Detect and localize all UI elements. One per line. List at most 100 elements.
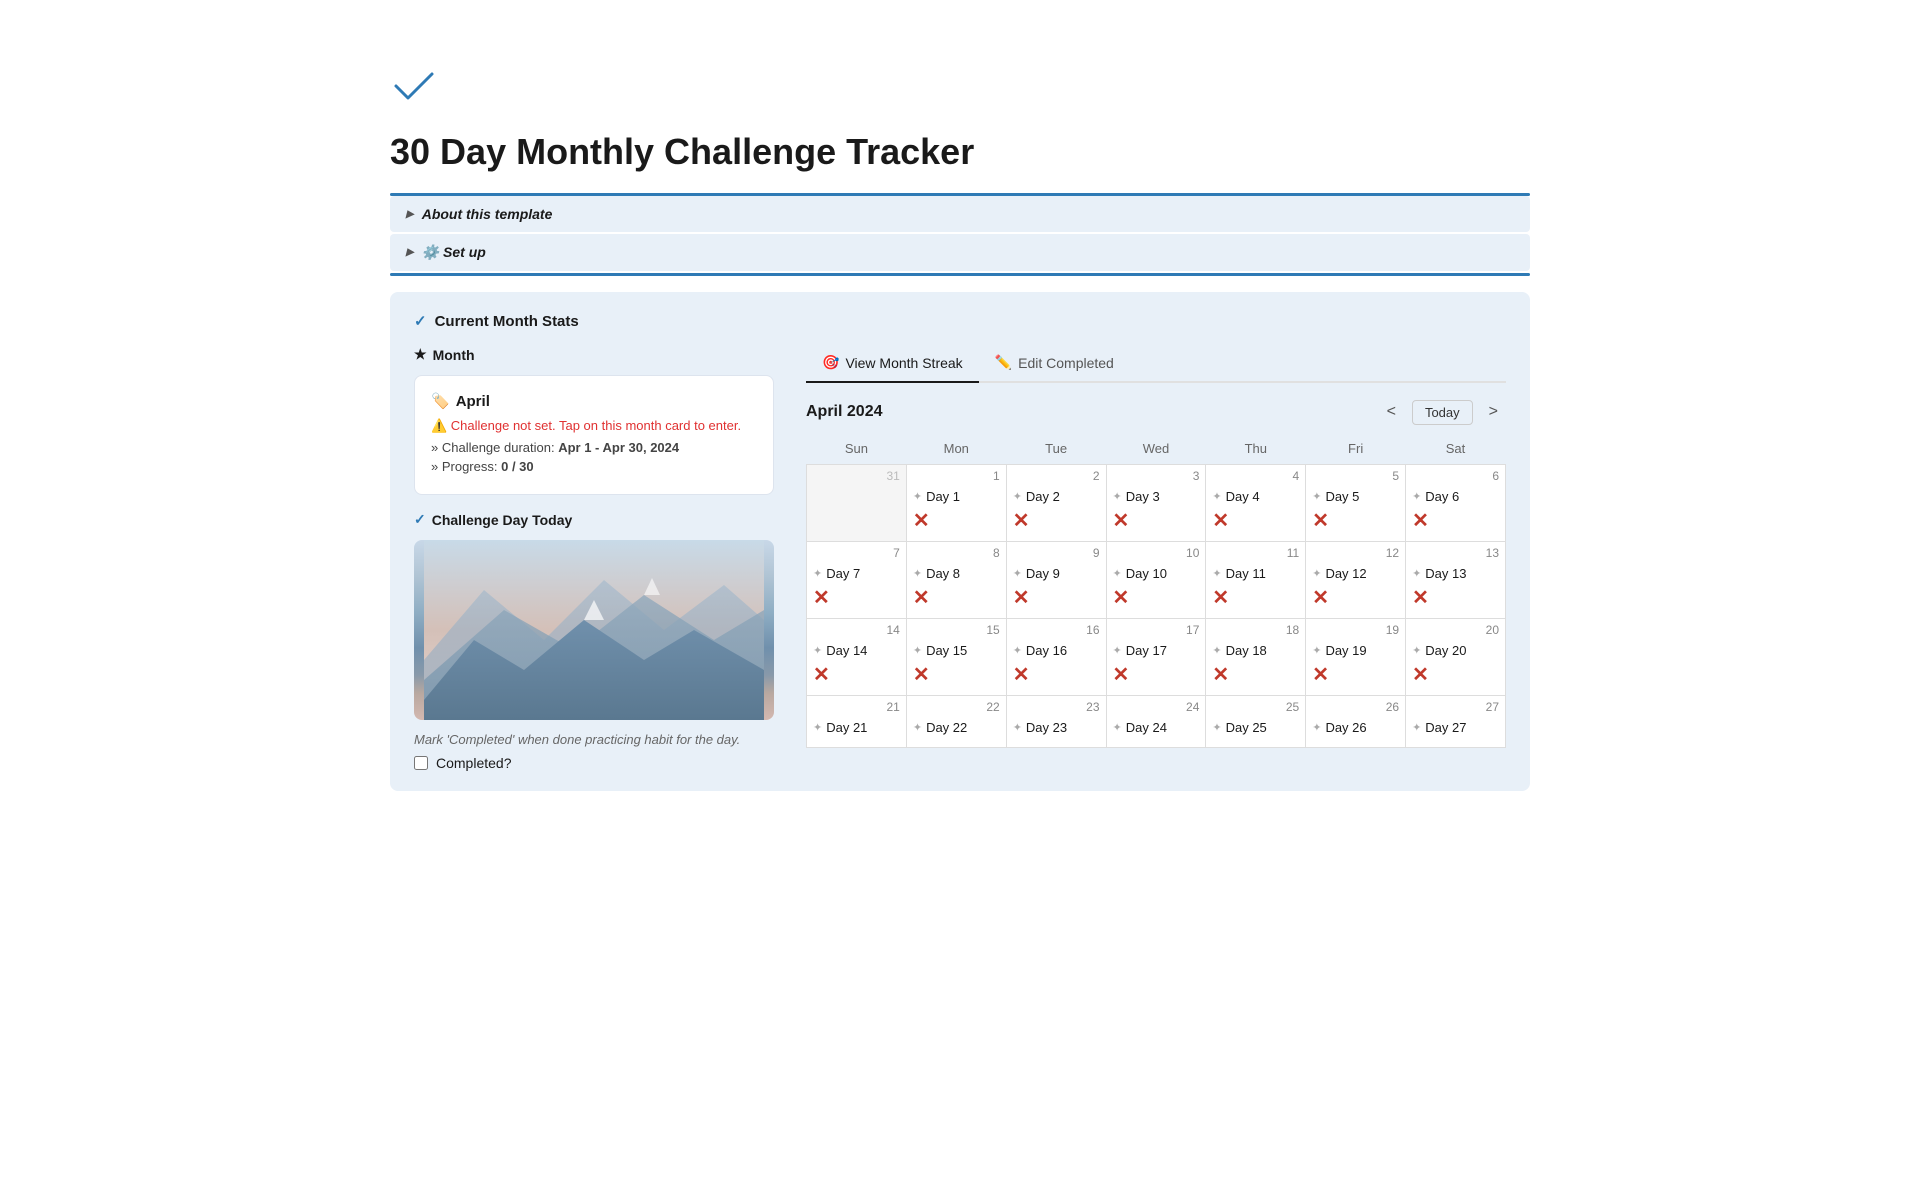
calendar-cell[interactable]: 9✦Day 9✕ xyxy=(1006,542,1106,619)
not-completed-icon: ✕ xyxy=(1212,662,1299,687)
not-completed-icon: ✕ xyxy=(813,585,900,610)
day-label-text: Day 19 xyxy=(1325,643,1366,658)
calendar-header: April 2024 < Today > xyxy=(806,399,1506,425)
day-label-text: Day 20 xyxy=(1425,643,1466,658)
calendar-cell[interactable]: 13✦Day 13✕ xyxy=(1406,542,1506,619)
next-month-button[interactable]: > xyxy=(1481,399,1506,425)
streak-tab-label: View Month Streak xyxy=(845,355,962,371)
current-stats-section: ✓ Current Month Stats ★ Month 🏷️ April ⚠… xyxy=(390,292,1530,791)
today-button[interactable]: Today xyxy=(1412,400,1473,425)
not-completed-icon: ✕ xyxy=(1113,585,1200,610)
day-label-text: Day 16 xyxy=(1026,643,1067,658)
prev-month-button[interactable]: < xyxy=(1379,399,1404,425)
not-completed-icon: ✕ xyxy=(913,662,1000,687)
completed-checkbox[interactable] xyxy=(414,756,428,770)
calendar-nav: < Today > xyxy=(1379,399,1506,425)
current-stats-header: ✓ Current Month Stats xyxy=(414,312,1506,330)
day-label-text: Day 22 xyxy=(926,720,967,735)
stats-body: ★ Month 🏷️ April ⚠️ Challenge not set. T… xyxy=(414,346,1506,771)
calendar-cell[interactable]: 12✦Day 12✕ xyxy=(1306,542,1406,619)
progress-row: » Progress: 0 / 30 xyxy=(431,459,757,474)
calendar-cell[interactable]: 6✦Day 6✕ xyxy=(1406,465,1506,542)
calendar-cell[interactable]: 5✦Day 5✕ xyxy=(1306,465,1406,542)
tab-view-month-streak[interactable]: 🎯 View Month Streak xyxy=(806,346,979,383)
calendar-cell[interactable]: 7✦Day 7✕ xyxy=(807,542,907,619)
day-label-text: Day 25 xyxy=(1226,720,1267,735)
calendar-cell[interactable]: 10✦Day 10✕ xyxy=(1106,542,1206,619)
calendar-month-title: April 2024 xyxy=(806,403,882,421)
day-label-text: Day 9 xyxy=(1026,566,1060,581)
tabs-row: 🎯 View Month Streak ✏️ Edit Completed xyxy=(806,346,1506,383)
not-completed-icon: ✕ xyxy=(1013,662,1100,687)
challenge-day-label: ✓ Challenge Day Today xyxy=(414,511,774,528)
calendar-cell[interactable]: 27✦Day 27 xyxy=(1406,696,1506,748)
day-label-text: Day 17 xyxy=(1126,643,1167,658)
not-completed-icon: ✕ xyxy=(913,585,1000,610)
not-completed-icon: ✕ xyxy=(1113,508,1200,533)
calendar-cell[interactable]: 25✦Day 25 xyxy=(1206,696,1306,748)
duration-value: Apr 1 - Apr 30, 2024 xyxy=(558,440,679,455)
calendar-cell[interactable]: 1✦Day 1✕ xyxy=(906,465,1006,542)
challenge-day-text: Challenge Day Today xyxy=(432,512,573,528)
day-label-text: Day 1 xyxy=(926,489,960,504)
day-label-text: Day 5 xyxy=(1325,489,1359,504)
calendar-cell[interactable]: 31 xyxy=(807,465,907,542)
not-completed-icon: ✕ xyxy=(1013,585,1100,610)
not-completed-icon: ✕ xyxy=(1312,508,1399,533)
completed-checkbox-row[interactable]: Completed? xyxy=(414,755,774,771)
calendar-cell[interactable]: 22✦Day 22 xyxy=(906,696,1006,748)
not-completed-icon: ✕ xyxy=(1412,508,1499,533)
month-card[interactable]: 🏷️ April ⚠️ Challenge not set. Tap on th… xyxy=(414,375,774,495)
not-completed-icon: ✕ xyxy=(813,662,900,687)
month-card-title: 🏷️ April xyxy=(431,392,757,410)
calendar-cell[interactable]: 19✦Day 19✕ xyxy=(1306,619,1406,696)
day-label-text: Day 14 xyxy=(826,643,867,658)
day-label-text: Day 21 xyxy=(826,720,867,735)
calendar-cell[interactable]: 15✦Day 15✕ xyxy=(906,619,1006,696)
calendar-cell[interactable]: 11✦Day 11✕ xyxy=(1206,542,1306,619)
weekday-tue: Tue xyxy=(1006,437,1106,465)
calendar-cell[interactable]: 3✦Day 3✕ xyxy=(1106,465,1206,542)
edit-tab-icon: ✏️ xyxy=(995,354,1012,371)
month-field-label: Month xyxy=(433,347,475,363)
about-template-label: About this template xyxy=(422,206,553,222)
not-completed-icon: ✕ xyxy=(1312,585,1399,610)
calendar-cell[interactable]: 17✦Day 17✕ xyxy=(1106,619,1206,696)
page-title: 30 Day Monthly Challenge Tracker xyxy=(390,131,1530,173)
toggle-arrow-about: ▶ xyxy=(406,209,414,220)
day-label-text: Day 15 xyxy=(926,643,967,658)
stats-header-label: Current Month Stats xyxy=(435,313,579,330)
calendar-cell[interactable]: 23✦Day 23 xyxy=(1006,696,1106,748)
toggle-arrow-setup: ▶ xyxy=(406,247,414,258)
weekday-fri: Fri xyxy=(1306,437,1406,465)
about-template-toggle[interactable]: ▶ About this template xyxy=(390,196,1530,232)
day-label-text: Day 4 xyxy=(1226,489,1260,504)
month-card-name: April xyxy=(456,393,490,410)
calendar-cell[interactable]: 14✦Day 14✕ xyxy=(807,619,907,696)
calendar-cell[interactable]: 21✦Day 21 xyxy=(807,696,907,748)
mountain-image xyxy=(414,540,774,720)
calendar-cell[interactable]: 24✦Day 24 xyxy=(1106,696,1206,748)
not-completed-icon: ✕ xyxy=(913,508,1000,533)
day-label-text: Day 18 xyxy=(1226,643,1267,658)
streak-tab-icon: 🎯 xyxy=(822,354,839,371)
calendar-cell[interactable]: 20✦Day 20✕ xyxy=(1406,619,1506,696)
weekday-sun: Sun xyxy=(807,437,907,465)
calendar-cell[interactable]: 18✦Day 18✕ xyxy=(1206,619,1306,696)
calendar-cell[interactable]: 16✦Day 16✕ xyxy=(1006,619,1106,696)
setup-label: ⚙️ Set up xyxy=(422,244,486,261)
calendar-grid: Sun Mon Tue Wed Thu Fri Sat 311✦Day 1✕2✦… xyxy=(806,437,1506,748)
setup-toggle[interactable]: ▶ ⚙️ Set up xyxy=(390,234,1530,271)
weekday-mon: Mon xyxy=(906,437,1006,465)
completed-label: Completed? xyxy=(436,755,512,771)
calendar-cell[interactable]: 26✦Day 26 xyxy=(1306,696,1406,748)
image-caption: Mark 'Completed' when done practicing ha… xyxy=(414,732,774,747)
month-star-icon: ★ xyxy=(414,346,427,363)
day-label-text: Day 3 xyxy=(1126,489,1160,504)
calendar-cell[interactable]: 8✦Day 8✕ xyxy=(906,542,1006,619)
day-label-text: Day 8 xyxy=(926,566,960,581)
tab-edit-completed[interactable]: ✏️ Edit Completed xyxy=(979,346,1130,383)
calendar-cell[interactable]: 4✦Day 4✕ xyxy=(1206,465,1306,542)
calendar-cell[interactable]: 2✦Day 2✕ xyxy=(1006,465,1106,542)
weekday-sat: Sat xyxy=(1406,437,1506,465)
